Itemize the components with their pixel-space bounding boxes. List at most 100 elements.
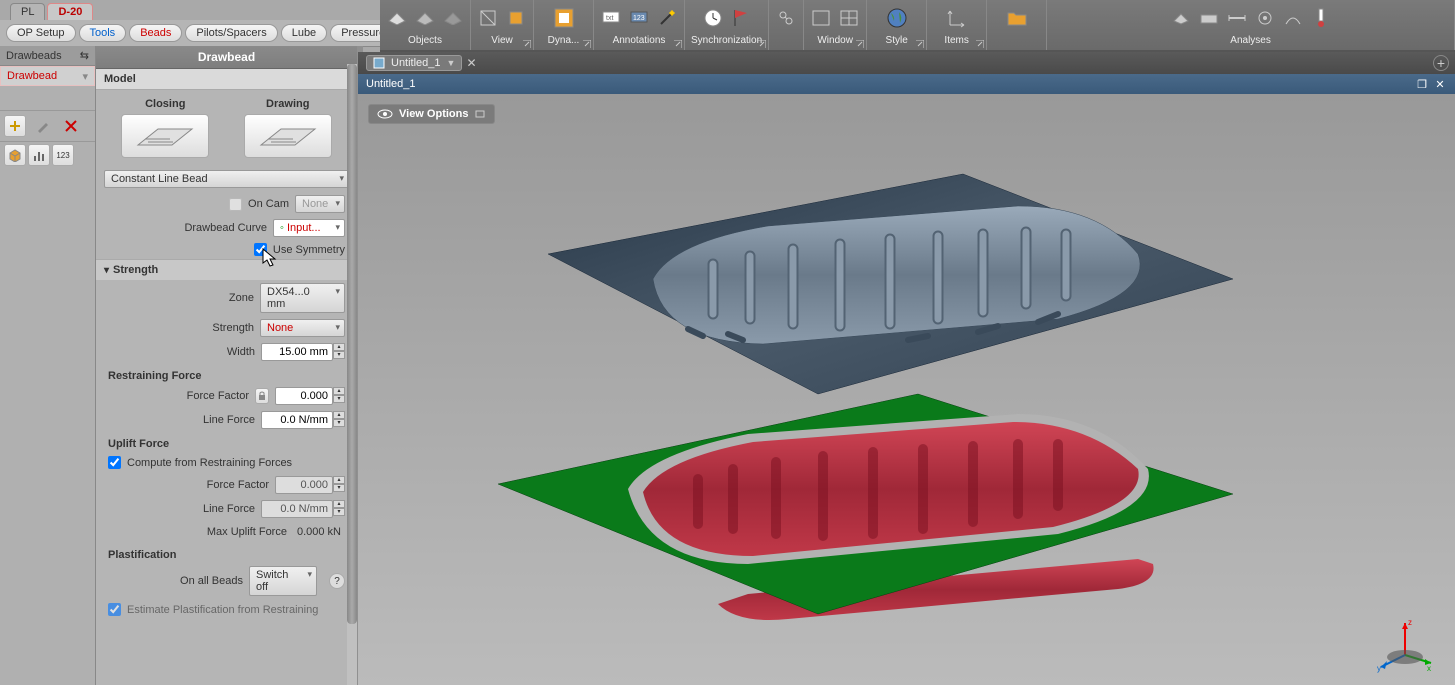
drawbead-curve-dropdown[interactable]: ◦ Input...: [273, 219, 345, 237]
max-uplift-label: Max Uplift Force: [207, 526, 287, 538]
num-icon[interactable]: 123: [52, 144, 74, 166]
annotation-label-icon[interactable]: txt: [600, 7, 622, 29]
on-cam-label: On Cam: [248, 198, 289, 210]
items-axis-icon[interactable]: [946, 7, 968, 29]
ribbon-sync-label: Synchronization: [691, 35, 762, 48]
estimate-plast-checkbox[interactable]: [108, 603, 121, 616]
ribbon-window-label: Window: [817, 35, 853, 48]
strength-section-header[interactable]: Strength: [96, 259, 357, 280]
on-all-beads-dropdown[interactable]: Switch off: [249, 566, 317, 596]
lf-spin-down[interactable]: ▾: [333, 419, 345, 427]
expand-icon[interactable]: [674, 40, 682, 48]
drawbead-list-item[interactable]: Drawbead ▾: [0, 66, 95, 86]
document-tab[interactable]: Untitled_1 ▼: [366, 55, 462, 71]
tab-dropdown-icon[interactable]: ▼: [447, 58, 456, 68]
ff2-spin-up[interactable]: ▴: [333, 476, 345, 484]
width-spin-down[interactable]: ▾: [333, 351, 345, 359]
force-factor2-label: Force Factor: [207, 479, 269, 491]
analyses-icon-1[interactable]: [1170, 7, 1192, 29]
compute-restraining-checkbox[interactable]: [108, 456, 121, 469]
panel-scroll-thumb[interactable]: [347, 64, 357, 624]
add-icon[interactable]: [4, 115, 26, 137]
line-force2-input[interactable]: [261, 500, 333, 518]
analyses-icon-4[interactable]: [1254, 7, 1276, 29]
delete-x-icon[interactable]: [60, 115, 82, 137]
cube-icon[interactable]: [4, 144, 26, 166]
ff-spin-down[interactable]: ▾: [333, 395, 345, 403]
force-factor2-input[interactable]: [275, 476, 333, 494]
expand-icon[interactable]: [916, 40, 924, 48]
expand-icon[interactable]: [856, 40, 864, 48]
use-symmetry-checkbox[interactable]: [254, 243, 267, 256]
link-icon[interactable]: [775, 7, 797, 29]
dyna-icon[interactable]: [553, 7, 575, 29]
doc-icon: [373, 57, 385, 69]
close-view-icon[interactable]: ✕: [1433, 77, 1447, 91]
closing-thumb[interactable]: [121, 114, 209, 158]
collapse-icon[interactable]: ⇆: [80, 49, 89, 62]
opsetup-button[interactable]: OP Setup: [6, 24, 76, 42]
objects-icon-2[interactable]: [414, 7, 436, 29]
view-icon-2[interactable]: [505, 7, 527, 29]
zone-dropdown[interactable]: DX54...0 mm: [260, 283, 345, 313]
lf-spin-up[interactable]: ▴: [333, 411, 345, 419]
bars-icon[interactable]: [28, 144, 50, 166]
force-factor-lock-icon[interactable]: [255, 388, 269, 404]
window-single-icon[interactable]: [810, 7, 832, 29]
style-globe-icon[interactable]: [886, 7, 908, 29]
estimate-plast-label: Estimate Plastification from Restraining: [127, 604, 318, 616]
force-factor-input[interactable]: [275, 387, 333, 405]
analyses-thermometer-icon[interactable]: [1310, 7, 1332, 29]
lube-button[interactable]: Lube: [281, 24, 327, 42]
drawing-thumb[interactable]: [244, 114, 332, 158]
svg-text:x: x: [1427, 664, 1431, 673]
analyses-icon-3[interactable]: [1226, 7, 1248, 29]
width-spin-up[interactable]: ▴: [333, 343, 345, 351]
on-cam-dropdown[interactable]: None: [295, 195, 345, 213]
line-force-input[interactable]: [261, 411, 333, 429]
tab-d20[interactable]: D-20: [47, 3, 93, 20]
item-menu-icon[interactable]: ▾: [82, 70, 88, 83]
objects-icon-1[interactable]: [386, 7, 408, 29]
objects-icon-3[interactable]: [442, 7, 464, 29]
3d-viewport[interactable]: View Options: [358, 94, 1455, 685]
bead-type-dropdown[interactable]: Constant Line Bead: [104, 170, 349, 188]
svg-text:y: y: [1377, 664, 1381, 673]
eye-icon: [377, 109, 393, 119]
lf2-spin-down[interactable]: ▾: [333, 508, 345, 516]
axis-gizmo[interactable]: z x y: [1375, 615, 1435, 675]
ribbon-style-label: Style: [886, 35, 908, 48]
view-icon-1[interactable]: [477, 7, 499, 29]
pilots-button[interactable]: Pilots/Spacers: [185, 24, 277, 42]
expand-icon[interactable]: [976, 40, 984, 48]
help-icon[interactable]: ?: [329, 573, 345, 589]
expand-icon[interactable]: [758, 40, 766, 48]
tools-button[interactable]: Tools: [79, 24, 127, 42]
add-tab-button[interactable]: +: [1433, 55, 1449, 71]
closing-label: Closing: [121, 98, 209, 110]
on-cam-checkbox[interactable]: [229, 198, 242, 211]
sync-flag-icon[interactable]: [730, 7, 752, 29]
restraining-label: Restraining Force: [96, 364, 357, 384]
edit-pencil-icon[interactable]: [32, 115, 54, 137]
max-uplift-value: 0.000 kN: [293, 524, 345, 540]
expand-icon[interactable]: [523, 40, 531, 48]
expand-icon[interactable]: [583, 40, 591, 48]
annotation-num-icon[interactable]: 123: [628, 7, 650, 29]
width-input[interactable]: [261, 343, 333, 361]
analyses-icon-5[interactable]: [1282, 7, 1304, 29]
tab-pl[interactable]: PL: [10, 3, 45, 20]
beads-button[interactable]: Beads: [129, 24, 182, 42]
ff-spin-up[interactable]: ▴: [333, 387, 345, 395]
maximize-icon[interactable]: ❐: [1415, 77, 1429, 91]
analyses-icon-2[interactable]: [1198, 7, 1220, 29]
sync-clock-icon[interactable]: [702, 7, 724, 29]
lf2-spin-up[interactable]: ▴: [333, 500, 345, 508]
analyses-folder-icon[interactable]: [1006, 7, 1028, 29]
tab-close-icon[interactable]: ✕: [466, 56, 476, 70]
strength-dropdown[interactable]: None: [260, 319, 345, 337]
ff2-spin-down[interactable]: ▾: [333, 484, 345, 492]
annotation-wand-icon[interactable]: [656, 7, 678, 29]
panel-scrollbar[interactable]: [347, 64, 357, 685]
window-grid-icon[interactable]: [838, 7, 860, 29]
